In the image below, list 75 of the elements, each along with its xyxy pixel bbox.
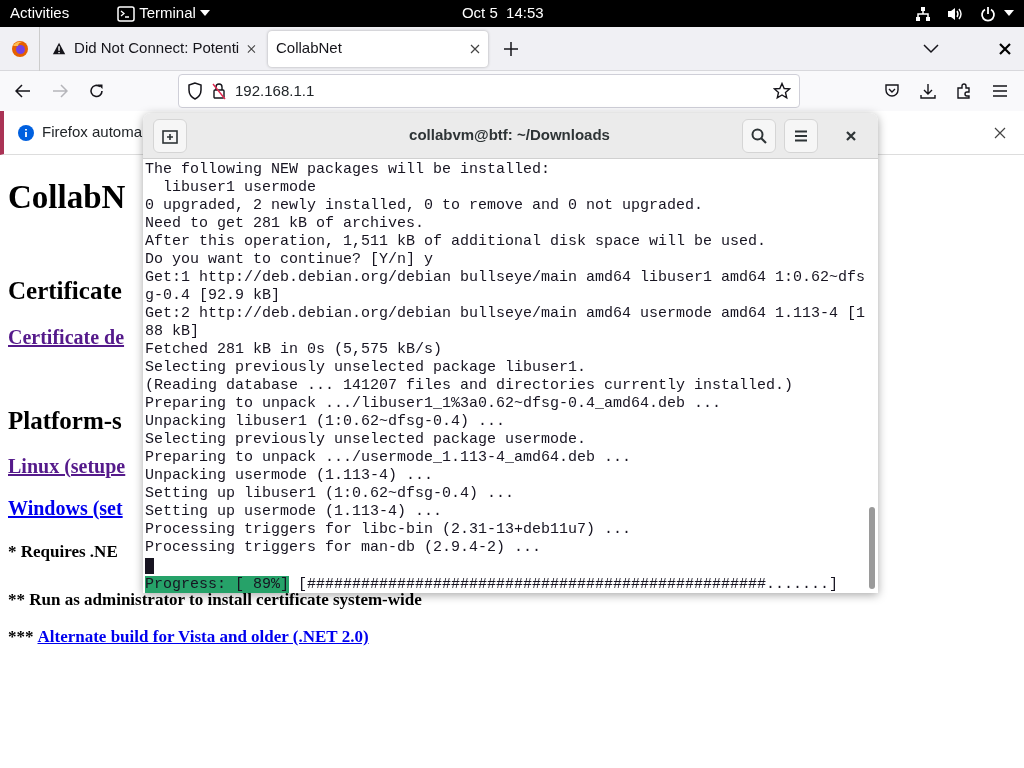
info-icon	[18, 124, 34, 141]
page-heading: CollabN	[8, 178, 126, 217]
section-heading: Certificate	[8, 276, 122, 306]
terminal-line: 88 kB]	[145, 323, 200, 341]
search-button[interactable]	[742, 118, 776, 153]
terminal-line: Fetched 281 kB in 0s (5,575 kB/s)	[145, 341, 444, 359]
notification-text: Firefox automa	[42, 122, 143, 143]
terminal-line: Selecting previously unselected package libuser1.	[145, 359, 588, 377]
terminal-line: After this operation, 1,511 kB of additional disk space will be used.	[145, 233, 768, 251]
caret-icon	[199, 10, 210, 17]
footnote: * Requires .NE	[8, 541, 118, 563]
warning-icon	[52, 41, 67, 56]
clock[interactable]: Oct 5 14:53	[461, 2, 544, 25]
shield-icon[interactable]	[187, 82, 203, 100]
terminal-line: Selecting previously unselected package usermode.	[145, 431, 588, 449]
back-icon[interactable]	[15, 84, 31, 98]
address-field[interactable]: 192.168.1.1	[178, 74, 800, 108]
lock-slash-icon[interactable]	[211, 82, 227, 100]
firefox-icon[interactable]	[10, 39, 29, 58]
pocket-icon[interactable]	[884, 83, 900, 99]
network-icon[interactable]	[915, 5, 931, 22]
terminal-icon	[117, 5, 136, 22]
terminal-line: Unpacking libuser1 (1:0.62~dfsg-0.4) ...	[145, 413, 507, 431]
close-icon[interactable]	[470, 43, 480, 54]
terminal-line: Preparing to unpack .../libuser1_1%3a0.62~dfsg-0.4_amd64.deb ...	[145, 395, 723, 413]
search-icon	[751, 127, 767, 144]
terminal-line: (Reading database ... 141207 files and directories currently installed.)	[145, 377, 795, 395]
menu-icon	[794, 129, 808, 142]
volume-icon[interactable]	[947, 5, 964, 22]
terminal-line: libuser1 usermode	[162, 179, 318, 197]
terminal-line: The following NEW packages will be installed:	[145, 161, 552, 179]
terminal-line: Setting up libuser1 (1:0.62~dfsg-0.4) ...	[145, 485, 516, 503]
add-tab-icon	[162, 127, 178, 144]
download-icon[interactable]	[920, 83, 936, 99]
terminal-line: Preparing to unpack .../usermode_1.113-4_amd64.deb ...	[145, 449, 633, 467]
footnote-marker: ***	[8, 626, 34, 648]
terminal-line: Processing triggers for libc-bin (2.31-13+deb11u7) ...	[145, 521, 633, 539]
activities-button[interactable]: Activities	[10, 2, 70, 25]
terminal-line: Processing triggers for man-db (2.9.4-2) ...	[145, 539, 543, 557]
page-link[interactable]: Linux (setupe	[8, 455, 126, 477]
tab-title: CollabNet	[276, 38, 343, 59]
close-icon	[846, 130, 856, 141]
tab-title: Did Not Connect: Potenti	[74, 38, 240, 59]
progress-label: Progress: [ 89%]	[145, 576, 290, 593]
terminal-line: 0 upgraded, 2 newly installed, 0 to remove and 0 not upgraded.	[145, 197, 705, 215]
chevron-down-icon[interactable]	[923, 43, 939, 54]
app-menu-button[interactable]: Terminal	[117, 2, 210, 25]
terminal-line: Do you want to continue? [Y/n] y	[145, 251, 435, 269]
caret-icon	[1004, 10, 1014, 17]
browser-tab[interactable]: CollabNet	[268, 30, 488, 67]
terminal-line: Need to get 281 kB of archives.	[145, 215, 426, 233]
page-link[interactable]: Alternate build for Vista and older (.NET 2.0)	[37, 624, 369, 650]
terminal-line: Unpacking usermode (1.113-4) ...	[145, 467, 435, 485]
page-link[interactable]: Windows (set	[8, 497, 123, 519]
new-tab-icon[interactable]	[504, 41, 518, 56]
star-icon[interactable]	[773, 82, 791, 100]
terminal-line: Setting up usermode (1.113-4) ...	[145, 503, 444, 521]
browser-tab[interactable]: Did Not Connect: Potenti	[44, 30, 264, 67]
section-heading: Platform-s	[8, 406, 122, 436]
menu-button[interactable]	[784, 118, 818, 153]
scrollbar-thumb[interactable]	[869, 507, 875, 589]
power-icon[interactable]	[980, 5, 996, 22]
reload-icon[interactable]	[89, 83, 105, 99]
window-title: collabvm@btf: ~/Downloads	[408, 125, 611, 146]
progress-bar-text: [###################################################.......]	[298, 576, 839, 593]
terminal-line: Get:1 http://deb.debian.org/debian bullseye/main amd64 libuser1 amd64 1:0.62~dfs	[145, 269, 867, 287]
close-icon[interactable]	[994, 126, 1006, 139]
terminal-line: g-0.4 [92.9 kB]	[145, 287, 282, 305]
menu-icon[interactable]	[992, 84, 1008, 98]
new-tab-button[interactable]	[153, 118, 187, 153]
cursor-block	[145, 558, 154, 574]
page-link[interactable]: Certificate de	[8, 326, 125, 348]
puzzle-icon[interactable]	[956, 83, 972, 99]
close-icon[interactable]	[999, 42, 1011, 55]
terminal-line: Get:2 http://deb.debian.org/debian bullseye/main amd64 usermode amd64 1.113-4 [1	[145, 305, 867, 323]
